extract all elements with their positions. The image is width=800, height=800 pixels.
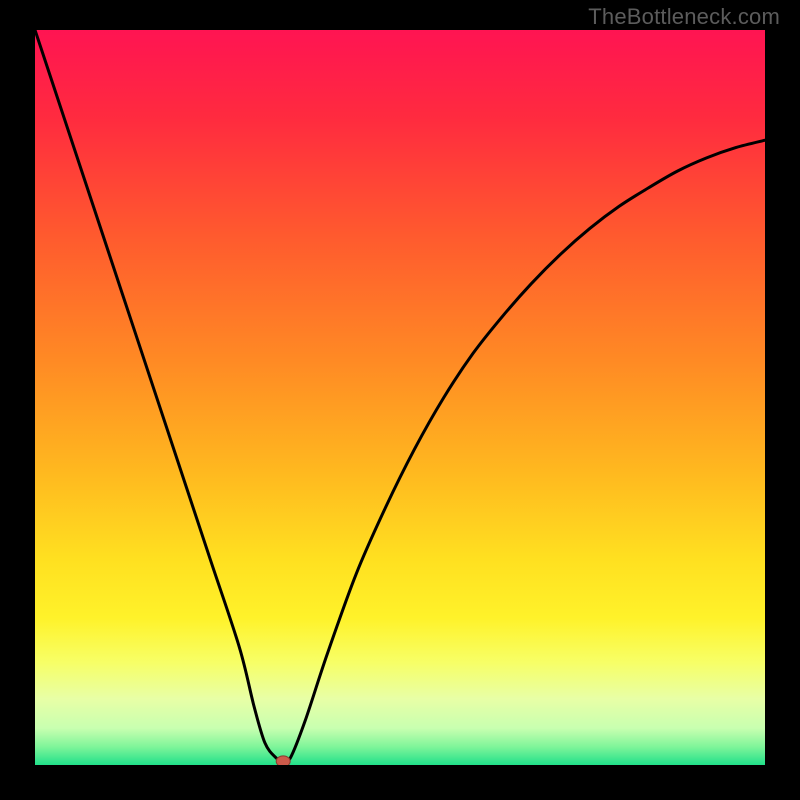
chart-frame: TheBottleneck.com — [0, 0, 800, 800]
optimum-marker — [276, 756, 290, 765]
bottleneck-plot — [35, 30, 765, 765]
plot-svg — [35, 30, 765, 765]
gradient-background — [35, 30, 765, 765]
watermark-text: TheBottleneck.com — [588, 4, 780, 30]
